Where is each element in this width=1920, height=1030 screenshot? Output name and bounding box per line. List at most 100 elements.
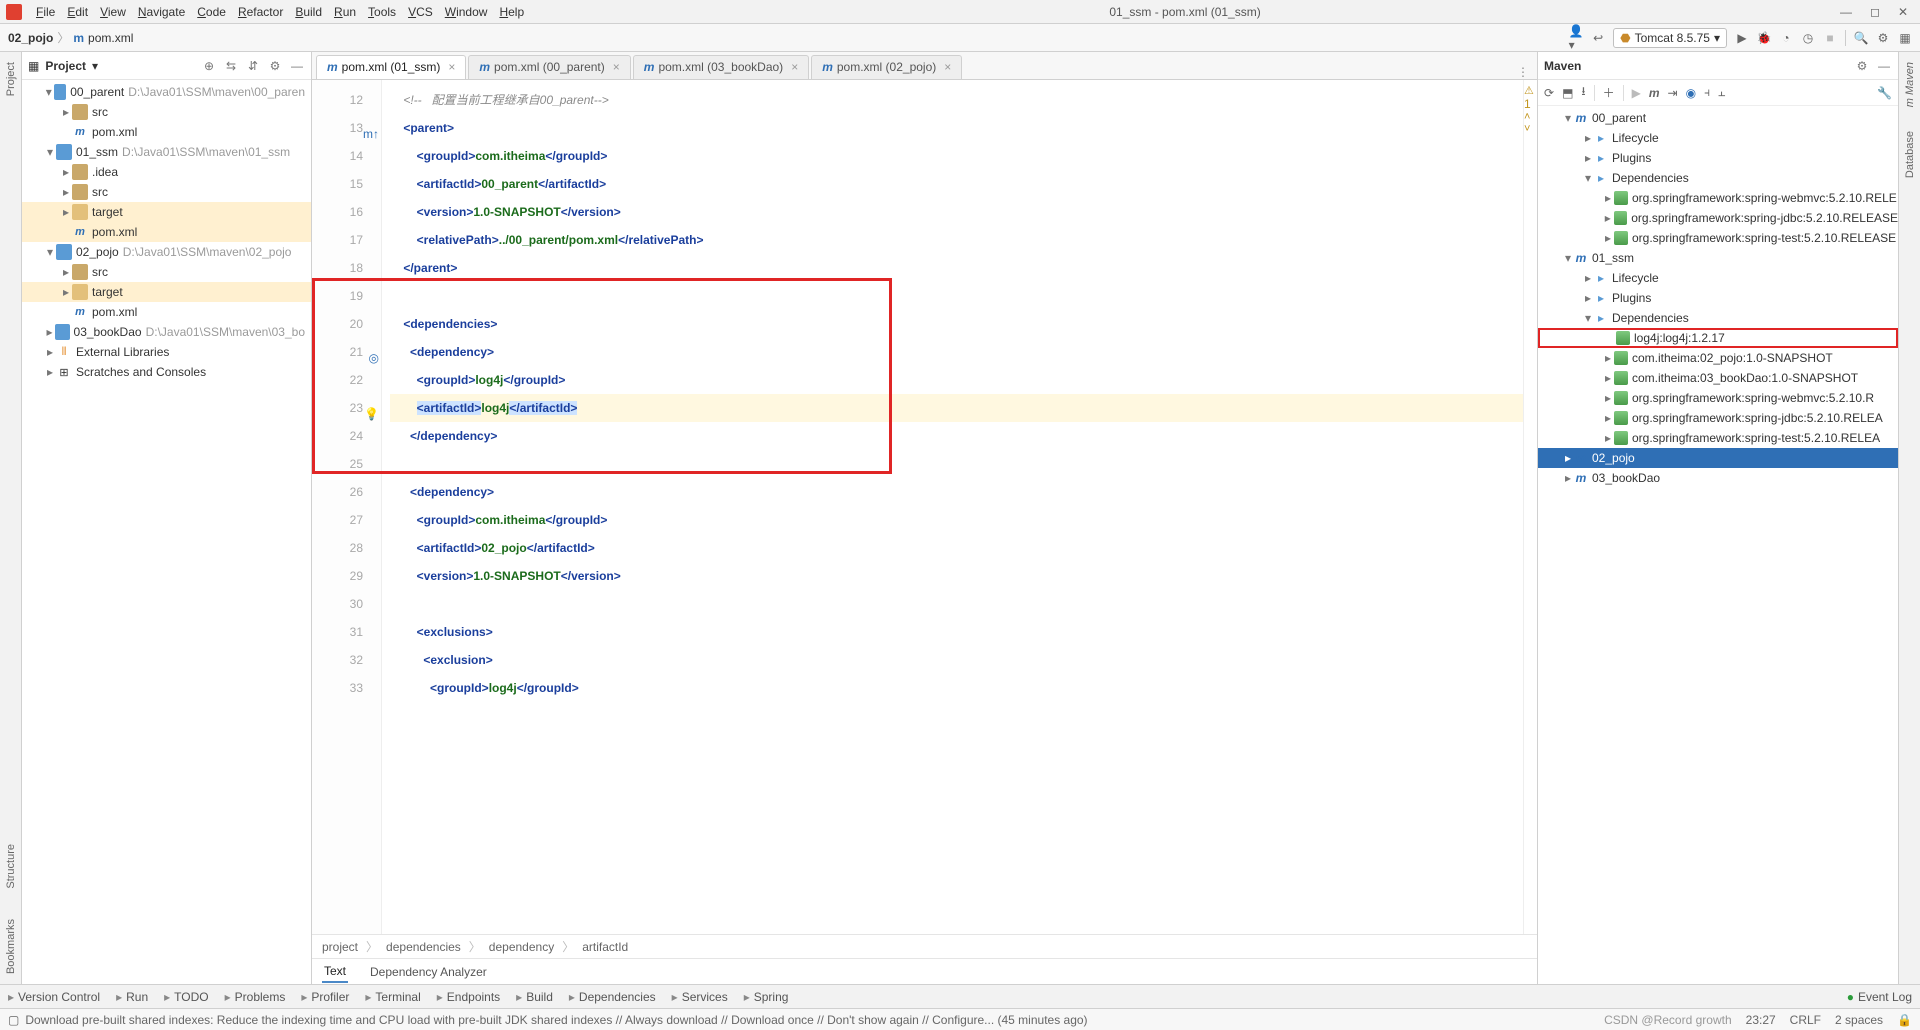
exec-icon[interactable]: m bbox=[1649, 86, 1660, 100]
maven-node[interactable]: ▸▸Plugins bbox=[1538, 288, 1898, 308]
tree-node[interactable]: ▸target bbox=[22, 202, 311, 222]
menu-edit[interactable]: Edit bbox=[61, 3, 94, 21]
editor-breadcrumbs[interactable]: project〉dependencies〉dependency〉artifact… bbox=[312, 934, 1537, 958]
editor-tab[interactable]: mpom.xml (00_parent)× bbox=[468, 55, 630, 79]
error-stripe[interactable]: ⚠ 1 ˄ ˅ bbox=[1523, 80, 1537, 934]
toggle-icon[interactable]: ⇥ bbox=[1668, 86, 1678, 100]
close-tab-icon[interactable]: × bbox=[613, 60, 620, 74]
panel-icon[interactable]: ▦ bbox=[1898, 31, 1912, 45]
profile-icon[interactable]: ◷ bbox=[1801, 31, 1815, 45]
offline-icon[interactable]: ◉ bbox=[1686, 86, 1696, 100]
close-icon[interactable]: ✕ bbox=[1898, 5, 1908, 19]
menu-vcs[interactable]: VCS bbox=[402, 3, 439, 21]
bottom-run[interactable]: ▸ Run bbox=[116, 990, 148, 1004]
menu-help[interactable]: Help bbox=[493, 3, 530, 21]
menu-build[interactable]: Build bbox=[289, 3, 328, 21]
run-maven-icon[interactable]: ▶ bbox=[1632, 86, 1641, 100]
settings-icon[interactable]: ⚙ bbox=[1876, 31, 1890, 45]
maven-node[interactable]: ▸com.itheima:03_bookDao:1.0-SNAPSHOT bbox=[1538, 368, 1898, 388]
maven-node[interactable]: ▸▸Lifecycle bbox=[1538, 268, 1898, 288]
maven-node[interactable]: ▸com.itheima:02_pojo:1.0-SNAPSHOT bbox=[1538, 348, 1898, 368]
database-strip-tab[interactable]: Database bbox=[1904, 127, 1916, 182]
maven-node[interactable]: ▸org.springframework:spring-webmvc:5.2.1… bbox=[1538, 388, 1898, 408]
gear-icon[interactable]: ⚙ bbox=[267, 59, 283, 73]
add-icon[interactable]: ＋ bbox=[1603, 84, 1615, 101]
bottom-version-control[interactable]: ▸ Version Control bbox=[8, 990, 100, 1004]
hide-icon[interactable]: — bbox=[289, 59, 305, 73]
maven-node[interactable]: ▾▸Dependencies bbox=[1538, 308, 1898, 328]
maven-node[interactable]: ▸org.springframework:spring-test:5.2.10.… bbox=[1538, 228, 1898, 248]
user-icon[interactable]: 👤▾ bbox=[1569, 31, 1583, 45]
tree-node[interactable]: mpom.xml bbox=[22, 222, 311, 242]
maven-node[interactable]: ▸m02_pojo bbox=[1538, 448, 1898, 468]
tree-node[interactable]: ▸.idea bbox=[22, 162, 311, 182]
maven-node[interactable]: ▸org.springframework:spring-webmvc:5.2.1… bbox=[1538, 188, 1898, 208]
menu-navigate[interactable]: Navigate bbox=[132, 3, 191, 21]
maximize-icon[interactable]: ◻ bbox=[1870, 5, 1880, 19]
menu-tools[interactable]: Tools bbox=[362, 3, 402, 21]
run-icon[interactable]: ▶ bbox=[1735, 31, 1749, 45]
maven-node[interactable]: ▸org.springframework:spring-jdbc:5.2.10.… bbox=[1538, 408, 1898, 428]
code-area[interactable]: <!-- 配置当前工程继承自00_parent--> <parent> <gro… bbox=[382, 80, 1523, 934]
menu-run[interactable]: Run bbox=[328, 3, 362, 21]
maven-tree[interactable]: ▾m00_parent▸▸Lifecycle▸▸Plugins▾▸Depende… bbox=[1538, 106, 1898, 984]
back-arrow-icon[interactable]: ↩ bbox=[1591, 31, 1605, 45]
run-config-dropdown[interactable]: ⬣ Tomcat 8.5.75 ▾ bbox=[1613, 28, 1727, 48]
coverage-icon[interactable]: ◔ bbox=[1779, 31, 1793, 45]
bookmarks-strip-tab[interactable]: Bookmarks bbox=[5, 915, 17, 978]
wrench-icon[interactable]: 🔧 bbox=[1877, 86, 1892, 100]
breadcrumb-item[interactable]: artifactId bbox=[582, 940, 628, 954]
maven-node[interactable]: ▾m01_ssm bbox=[1538, 248, 1898, 268]
maven-node[interactable]: ▸org.springframework:spring-test:5.2.10.… bbox=[1538, 428, 1898, 448]
collapse-icon[interactable]: ⇵ bbox=[245, 59, 261, 73]
tree-node[interactable]: ▸03_bookDaoD:\Java01\SSM\maven\03_bo bbox=[22, 322, 311, 342]
menu-view[interactable]: View bbox=[94, 3, 132, 21]
locate-icon[interactable]: ⊕ bbox=[201, 59, 217, 73]
project-tree[interactable]: ▾00_parentD:\Java01\SSM\maven\00_paren▸s… bbox=[22, 80, 311, 984]
menu-window[interactable]: Window bbox=[439, 3, 494, 21]
tree-node[interactable]: ▾02_pojoD:\Java01\SSM\maven\02_pojo bbox=[22, 242, 311, 262]
editor-tab[interactable]: mpom.xml (01_ssm)× bbox=[316, 55, 466, 79]
breadcrumb-item[interactable]: dependency bbox=[489, 940, 554, 954]
collapse-all-icon[interactable]: ⫞ bbox=[1704, 85, 1710, 100]
tree-node[interactable]: ▸src bbox=[22, 102, 311, 122]
tree-node[interactable]: ▾01_ssmD:\Java01\SSM\maven\01_ssm bbox=[22, 142, 311, 162]
close-tab-icon[interactable]: × bbox=[448, 60, 455, 74]
tabs-more-icon[interactable]: ⋮ bbox=[1509, 65, 1537, 79]
editor-tab[interactable]: mpom.xml (03_bookDao)× bbox=[633, 55, 809, 79]
bottom-todo[interactable]: ▸ TODO bbox=[164, 990, 208, 1004]
bottom-build[interactable]: ▸ Build bbox=[516, 990, 553, 1004]
project-strip-tab[interactable]: Project bbox=[5, 58, 17, 100]
bottom-endpoints[interactable]: ▸ Endpoints bbox=[437, 990, 500, 1004]
status-indent[interactable]: 2 spaces bbox=[1835, 1013, 1883, 1027]
expand-all-icon[interactable]: ⫠ bbox=[1718, 85, 1725, 100]
bottom-services[interactable]: ▸ Services bbox=[672, 990, 728, 1004]
bottom-spring[interactable]: ▸ Spring bbox=[744, 990, 789, 1004]
search-icon[interactable]: 🔍 bbox=[1854, 31, 1868, 45]
maven-node[interactable]: ▸org.springframework:spring-jdbc:5.2.10.… bbox=[1538, 208, 1898, 228]
maven-node[interactable]: ▸m03_bookDao bbox=[1538, 468, 1898, 488]
menu-refactor[interactable]: Refactor bbox=[232, 3, 289, 21]
tree-node[interactable]: ▸target bbox=[22, 282, 311, 302]
bottom-profiler[interactable]: ▸ Profiler bbox=[301, 990, 349, 1004]
bottom-dependencies[interactable]: ▸ Dependencies bbox=[569, 990, 656, 1004]
generate-icon[interactable]: ⬒ bbox=[1562, 86, 1573, 100]
stop-icon[interactable]: ■ bbox=[1823, 31, 1837, 45]
maven-node[interactable]: ▸▸Plugins bbox=[1538, 148, 1898, 168]
chevron-down-icon[interactable]: ▾ bbox=[92, 59, 98, 73]
bottom-problems[interactable]: ▸ Problems bbox=[225, 990, 286, 1004]
tree-node[interactable]: ▸⊞Scratches and Consoles bbox=[22, 362, 311, 382]
expand-icon[interactable]: ⇆ bbox=[223, 59, 239, 73]
close-tab-icon[interactable]: × bbox=[944, 60, 951, 74]
tree-node[interactable]: ▸src bbox=[22, 182, 311, 202]
maven-node[interactable]: ▾▸Dependencies bbox=[1538, 168, 1898, 188]
breadcrumb-item[interactable]: project bbox=[322, 940, 358, 954]
menu-file[interactable]: File bbox=[30, 3, 61, 21]
minimize-icon[interactable]: — bbox=[1840, 5, 1852, 19]
maven-strip-tab[interactable]: m Maven bbox=[1904, 58, 1916, 111]
maven-node[interactable]: log4j:log4j:1.2.17 bbox=[1538, 328, 1898, 348]
event-log[interactable]: ● Event Log bbox=[1847, 990, 1912, 1004]
gear-icon[interactable]: ⚙ bbox=[1854, 59, 1870, 73]
breadcrumb-item[interactable]: dependencies bbox=[386, 940, 461, 954]
reload-icon[interactable]: ⟳ bbox=[1544, 86, 1554, 100]
